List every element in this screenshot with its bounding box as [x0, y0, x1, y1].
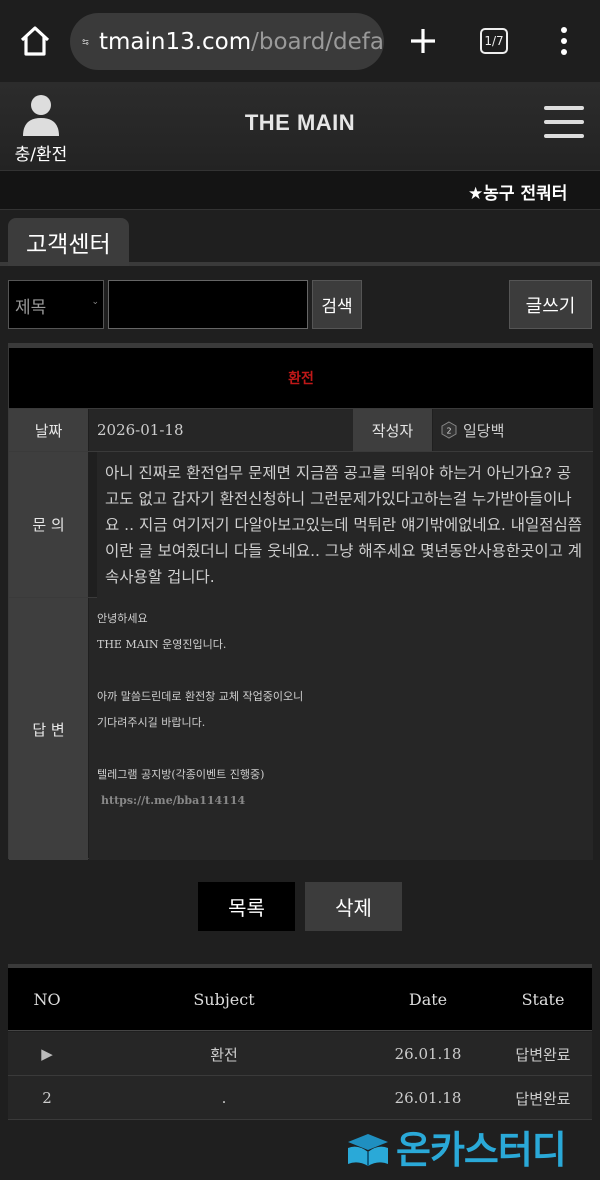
- site-header: 충/환전 THE MAIN: [0, 82, 600, 170]
- table-row[interactable]: 2 . 26.01.18 답변완료: [8, 1076, 592, 1120]
- answer-line: 기다려주시길 바랍니다.: [97, 716, 206, 729]
- site-logo[interactable]: THE MAIN: [0, 110, 600, 136]
- url-host: tmain13.com: [98, 28, 252, 55]
- column-header-state: State: [521, 990, 565, 1009]
- chevron-down-icon: ⌄: [91, 297, 99, 307]
- site-settings-icon[interactable]: [82, 30, 89, 54]
- search-field-value: 제목: [15, 298, 47, 318]
- answer-line: 아까 말씀드린데로 환전창 교체 작업중이오니: [97, 690, 304, 703]
- delete-button[interactable]: 삭제: [305, 882, 402, 931]
- watermark-text: 온카스터디: [396, 1127, 567, 1172]
- tab-switcher-button[interactable]: 1/7: [480, 28, 508, 54]
- row-date: 26.01.18: [394, 1045, 462, 1063]
- answer-line: 텔레그램 공지방(각종이벤트 진행중): [97, 768, 265, 781]
- inquiry-label: 문 의: [9, 452, 88, 597]
- post-actions: 목록 삭제: [0, 882, 600, 932]
- post-detail: 환전 날짜 2026-01-18 작성자 2 일당백 문 의 아니 진짜로 환전…: [8, 343, 593, 860]
- post-date: 2026-01-18: [89, 409, 353, 451]
- search-field-select[interactable]: 제목 ⌄: [8, 280, 104, 329]
- search-button[interactable]: 검색: [312, 280, 362, 329]
- url-path: /board/defa: [251, 28, 384, 55]
- section-header: 고객센터: [0, 210, 600, 266]
- ticker-text[interactable]: ★농구 전쿼터: [468, 179, 567, 204]
- row-date: 26.01.18: [394, 1089, 462, 1107]
- author-label: 작성자: [353, 409, 432, 451]
- row-state: 답변완료: [515, 1089, 571, 1108]
- search-bar: 제목 ⌄ 검색 글쓰기: [0, 280, 600, 332]
- user-menu-label: 충/환전: [14, 145, 68, 165]
- watermark: 온카스터디: [344, 1120, 594, 1172]
- column-header-subject: Subject: [193, 990, 255, 1009]
- date-label: 날짜: [9, 409, 88, 451]
- answer-line: 안녕하세요: [97, 612, 148, 625]
- answer-text: 안녕하세요 THE MAIN 운영진입니다. 아까 말씀드린데로 환전창 교체 …: [89, 598, 593, 860]
- notice-ticker: ★농구 전쿼터: [0, 170, 600, 210]
- table-header: NO Subject Date State: [8, 968, 592, 1031]
- row-subject[interactable]: 환전: [86, 1032, 362, 1076]
- browser-toolbar: tmain13.com/board/defa 1/7: [0, 0, 600, 82]
- page-title: 고객센터: [8, 218, 129, 266]
- more-menu-icon[interactable]: [556, 26, 572, 56]
- post-meta-row: 날짜 2026-01-18 작성자 2 일당백: [9, 408, 593, 452]
- table-row[interactable]: ▶ 환전 26.01.18 답변완료: [8, 1032, 592, 1076]
- write-button[interactable]: 글쓰기: [509, 280, 592, 329]
- list-button[interactable]: 목록: [198, 882, 295, 931]
- answer-row: 답 변 안녕하세요 THE MAIN 운영진입니다. 아까 말씀드린데로 환전창…: [9, 598, 593, 860]
- row-state: 답변완료: [515, 1045, 571, 1064]
- search-input[interactable]: [108, 280, 308, 329]
- inquiry-text: 아니 진짜로 환전업무 문제면 지금쯤 공고를 띄워야 하는거 아닌가요? 공고…: [97, 452, 593, 598]
- author-level: 2: [446, 427, 451, 436]
- row-subject[interactable]: .: [86, 1076, 362, 1120]
- telegram-link[interactable]: https://t.me/bba114114: [97, 794, 585, 807]
- level-badge-icon: 2: [441, 421, 457, 439]
- home-icon[interactable]: [18, 24, 52, 58]
- new-tab-icon[interactable]: [406, 24, 440, 58]
- author-name: 일당백: [463, 421, 505, 440]
- answer-label: 답 변: [9, 598, 88, 860]
- answer-line: THE MAIN 운영진입니다.: [97, 638, 227, 651]
- book-logo-icon: [348, 1134, 388, 1166]
- post-title: 환전: [9, 344, 593, 408]
- board-table: NO Subject Date State ▶ 환전 26.01.18 답변완료…: [8, 964, 592, 1128]
- url-bar[interactable]: tmain13.com/board/defa: [70, 13, 384, 70]
- row-number: 2: [42, 1089, 52, 1107]
- inquiry-row: 문 의 아니 진짜로 환전업무 문제면 지금쯤 공고를 띄워야 하는거 아닌가요…: [9, 452, 593, 598]
- hamburger-menu-icon[interactable]: [543, 104, 585, 140]
- column-header-no: NO: [33, 990, 61, 1009]
- post-author: 2 일당백: [433, 409, 593, 451]
- row-current-indicator: ▶: [41, 1045, 53, 1063]
- column-header-date: Date: [408, 990, 448, 1009]
